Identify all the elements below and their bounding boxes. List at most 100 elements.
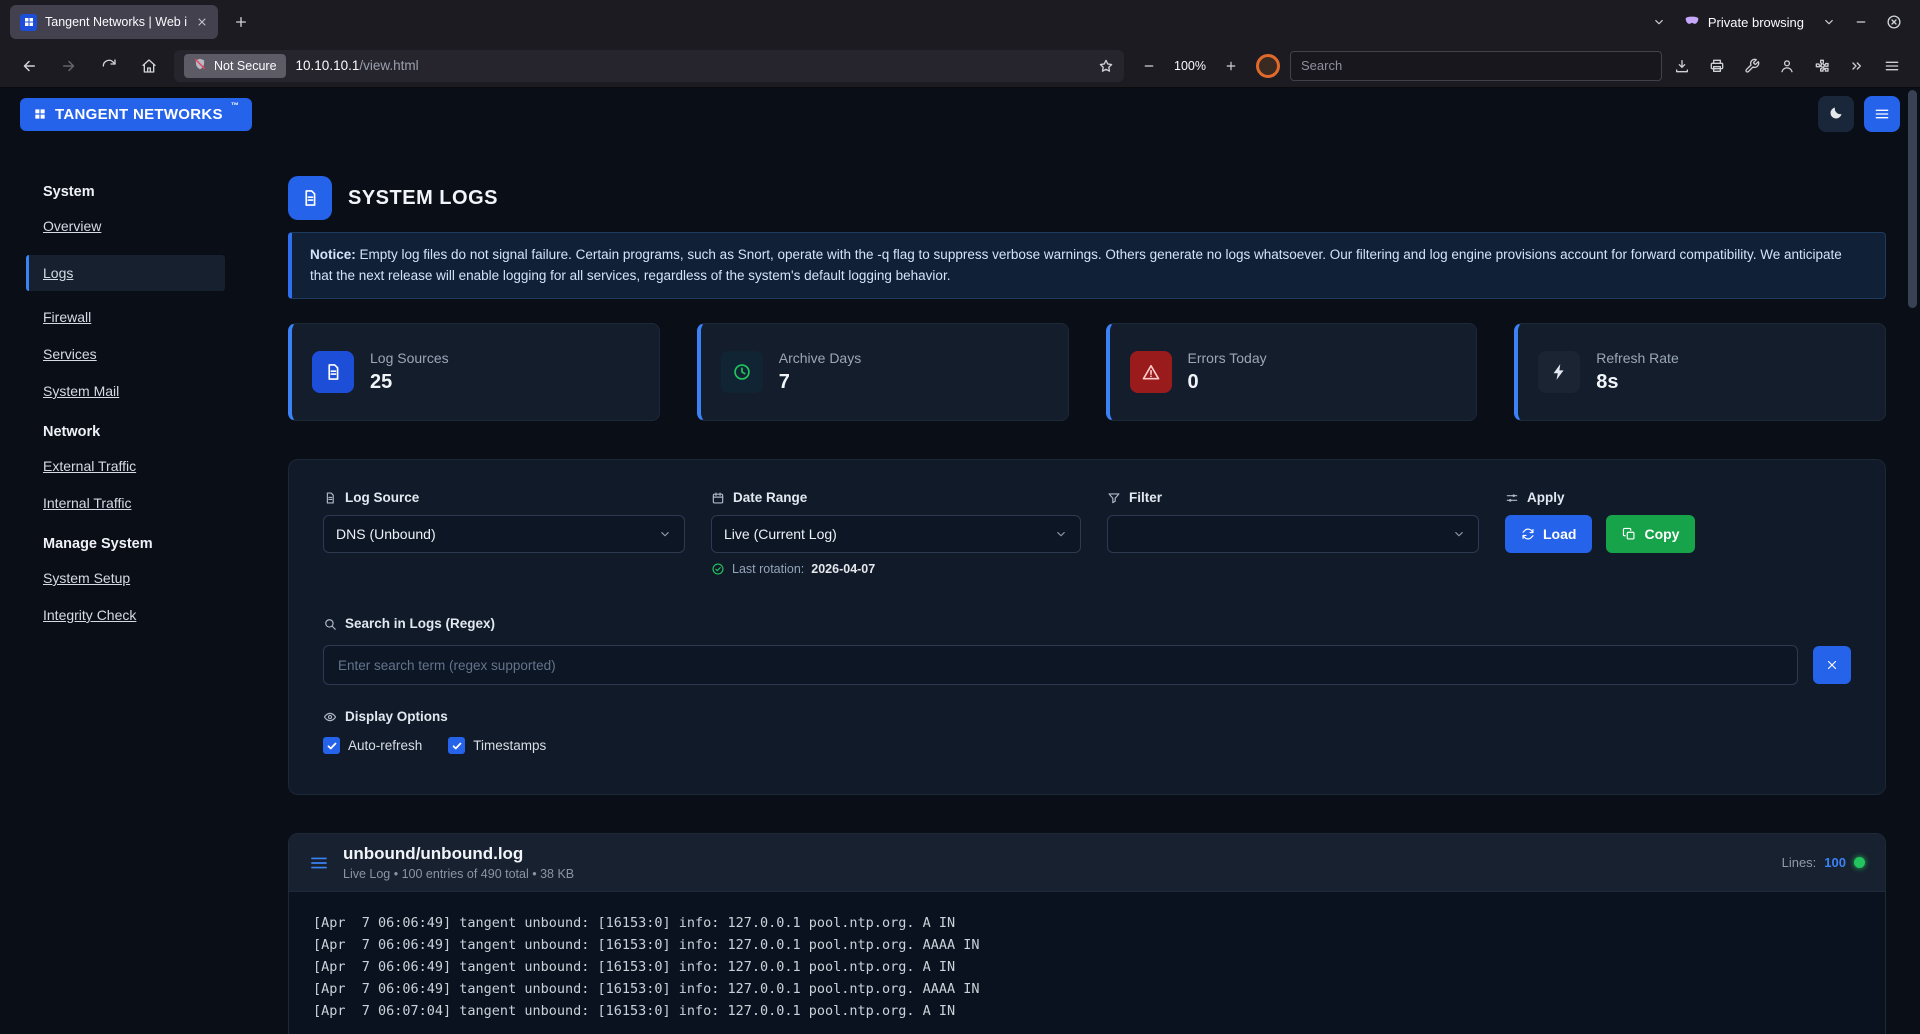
dark-mode-toggle[interactable]: [1818, 96, 1854, 132]
checkbox-checked-icon: [323, 737, 340, 754]
url-bar[interactable]: Not Secure 10.10.10.1/view.html: [174, 50, 1124, 82]
browser-search-field[interactable]: [1290, 51, 1662, 81]
url-path: /view.html: [359, 58, 418, 73]
last-rotation-label: Last rotation:: [732, 562, 804, 576]
apply-group: Apply Load Copy: [1505, 490, 1851, 576]
lines-label: Lines:: [1782, 855, 1817, 870]
site-favicon-icon: [20, 14, 37, 31]
print-icon[interactable]: [1709, 58, 1725, 74]
load-button[interactable]: Load: [1505, 515, 1592, 553]
copy-button[interactable]: Copy: [1606, 515, 1695, 553]
zoom-in-button[interactable]: [1216, 51, 1246, 81]
log-viewer-header: unbound/unbound.log Live Log • 100 entri…: [289, 834, 1885, 892]
date-range-group: Date Range Live (Current Log) Last rotat…: [711, 490, 1081, 576]
eye-icon: [323, 710, 337, 724]
notice-text: Empty log files do not signal failure. C…: [310, 247, 1842, 283]
app-menu-button[interactable]: [1864, 96, 1900, 132]
sidebar-item-firewall[interactable]: Firewall: [43, 309, 288, 325]
search-logs-label: Search in Logs (Regex): [345, 616, 495, 631]
log-source-group: Log Source DNS (Unbound): [323, 490, 685, 576]
checkbox-checked-icon: [448, 737, 465, 754]
not-secure-badge[interactable]: Not Secure: [184, 54, 286, 78]
date-range-select[interactable]: Live (Current Log): [711, 515, 1081, 553]
sidebar-section-title: System: [43, 184, 288, 200]
log-line: [Apr 7 06:07:04] tangent unbound: [16153…: [313, 1000, 1861, 1022]
live-status-dot: [1854, 857, 1865, 868]
browser-tab[interactable]: Tangent Networks | Web i: [10, 5, 218, 39]
sidebar-section-network: Network External Traffic Internal Traffi…: [43, 424, 288, 511]
menu-hamburger-icon[interactable]: [1884, 58, 1900, 74]
back-button[interactable]: [14, 51, 44, 81]
sidebar-item-system-setup[interactable]: System Setup: [43, 570, 288, 586]
tools-wrench-icon[interactable]: [1744, 58, 1760, 74]
app-header: TANGENT NETWORKS ™: [0, 88, 1920, 140]
tab-close-icon[interactable]: [196, 16, 208, 28]
sidebar-item-services[interactable]: Services: [43, 346, 288, 362]
home-button[interactable]: [134, 51, 164, 81]
filter-select[interactable]: [1107, 515, 1479, 553]
sidebar-section-title: Manage System: [43, 536, 288, 552]
log-source-select[interactable]: DNS (Unbound): [323, 515, 685, 553]
log-viewer: unbound/unbound.log Live Log • 100 entri…: [288, 833, 1886, 1034]
sidebar-item-logs-active[interactable]: Logs: [26, 255, 225, 291]
moon-icon: [1828, 105, 1844, 124]
tab-list-chevron-icon[interactable]: [1652, 15, 1666, 29]
timestamps-checkbox[interactable]: Timestamps: [448, 737, 546, 754]
logo-button[interactable]: TANGENT NETWORKS ™: [20, 98, 252, 131]
extensions-puzzle-icon[interactable]: [1814, 58, 1830, 74]
stat-card-errors-today: Errors Today 0: [1106, 323, 1478, 421]
auto-refresh-checkbox[interactable]: Auto-refresh: [323, 737, 422, 754]
navigation-toolbar: Not Secure 10.10.10.1/view.html 100%: [0, 44, 1920, 88]
stat-card-archive-days: Archive Days 7: [697, 323, 1069, 421]
zoom-out-button[interactable]: [1134, 51, 1164, 81]
sidebar-section-manage: Manage System System Setup Integrity Che…: [43, 536, 288, 623]
log-search-input[interactable]: [323, 645, 1798, 685]
bolt-icon: [1538, 351, 1580, 393]
new-tab-button[interactable]: [226, 7, 256, 37]
account-icon[interactable]: [1779, 58, 1795, 74]
date-range-value: Live (Current Log): [724, 526, 837, 542]
clock-icon: [721, 351, 763, 393]
check-circle-icon: [711, 562, 725, 576]
window-minimize-button[interactable]: [1854, 15, 1868, 29]
bookmark-star-icon[interactable]: [1098, 58, 1114, 74]
logo-trademark: ™: [231, 101, 239, 110]
lines-value: 100: [1824, 855, 1846, 870]
document-icon: [323, 491, 337, 505]
sidebar-section-system: System Overview Logs Firewall Services S…: [43, 184, 288, 399]
window-menu-chevron-icon[interactable]: [1822, 15, 1836, 29]
sidebar-item-internal-traffic[interactable]: Internal Traffic: [43, 495, 288, 511]
overflow-chevrons-icon[interactable]: [1849, 58, 1865, 74]
calendar-icon: [711, 491, 725, 505]
url-host: 10.10.10.1: [296, 58, 360, 73]
browser-search-input[interactable]: [1301, 58, 1651, 73]
log-output: [Apr 7 06:06:49] tangent unbound: [16153…: [289, 892, 1885, 1034]
log-line: [Apr 7 06:06:49] tangent unbound: [16153…: [313, 912, 1861, 934]
window-close-button[interactable]: [1886, 14, 1902, 30]
forward-button[interactable]: [54, 51, 84, 81]
security-label: Not Secure: [214, 59, 277, 73]
sidebar-item-system-mail[interactable]: System Mail: [43, 383, 288, 399]
sidebar-item-integrity-check[interactable]: Integrity Check: [43, 607, 288, 623]
sidebar-item-logs[interactable]: Logs: [43, 265, 211, 281]
page-title: SYSTEM LOGS: [348, 187, 498, 210]
log-menu-icon[interactable]: [309, 853, 329, 873]
stat-card-log-sources: Log Sources 25: [288, 323, 660, 421]
sliders-icon: [1505, 491, 1519, 505]
reload-button[interactable]: [94, 51, 124, 81]
save-page-icon[interactable]: [1674, 58, 1690, 74]
last-rotation-value: 2026-04-07: [811, 562, 875, 576]
close-icon: [1825, 658, 1839, 672]
clear-search-button[interactable]: [1813, 646, 1851, 684]
notice-label: Notice:: [310, 247, 356, 262]
sidebar-item-overview[interactable]: Overview: [43, 218, 288, 234]
chevron-down-icon: [1452, 527, 1466, 541]
tab-bar: Tangent Networks | Web i Private browsin…: [0, 0, 1920, 44]
page-scrollbar-thumb[interactable]: [1908, 90, 1917, 308]
zoom-level[interactable]: 100%: [1174, 59, 1206, 73]
profile-avatar[interactable]: [1256, 54, 1280, 78]
notice-banner: Notice: Empty log files do not signal fa…: [288, 232, 1886, 299]
private-mask-icon: [1684, 13, 1700, 32]
sidebar-item-external-traffic[interactable]: External Traffic: [43, 458, 288, 474]
shield-slash-icon: [193, 57, 207, 74]
